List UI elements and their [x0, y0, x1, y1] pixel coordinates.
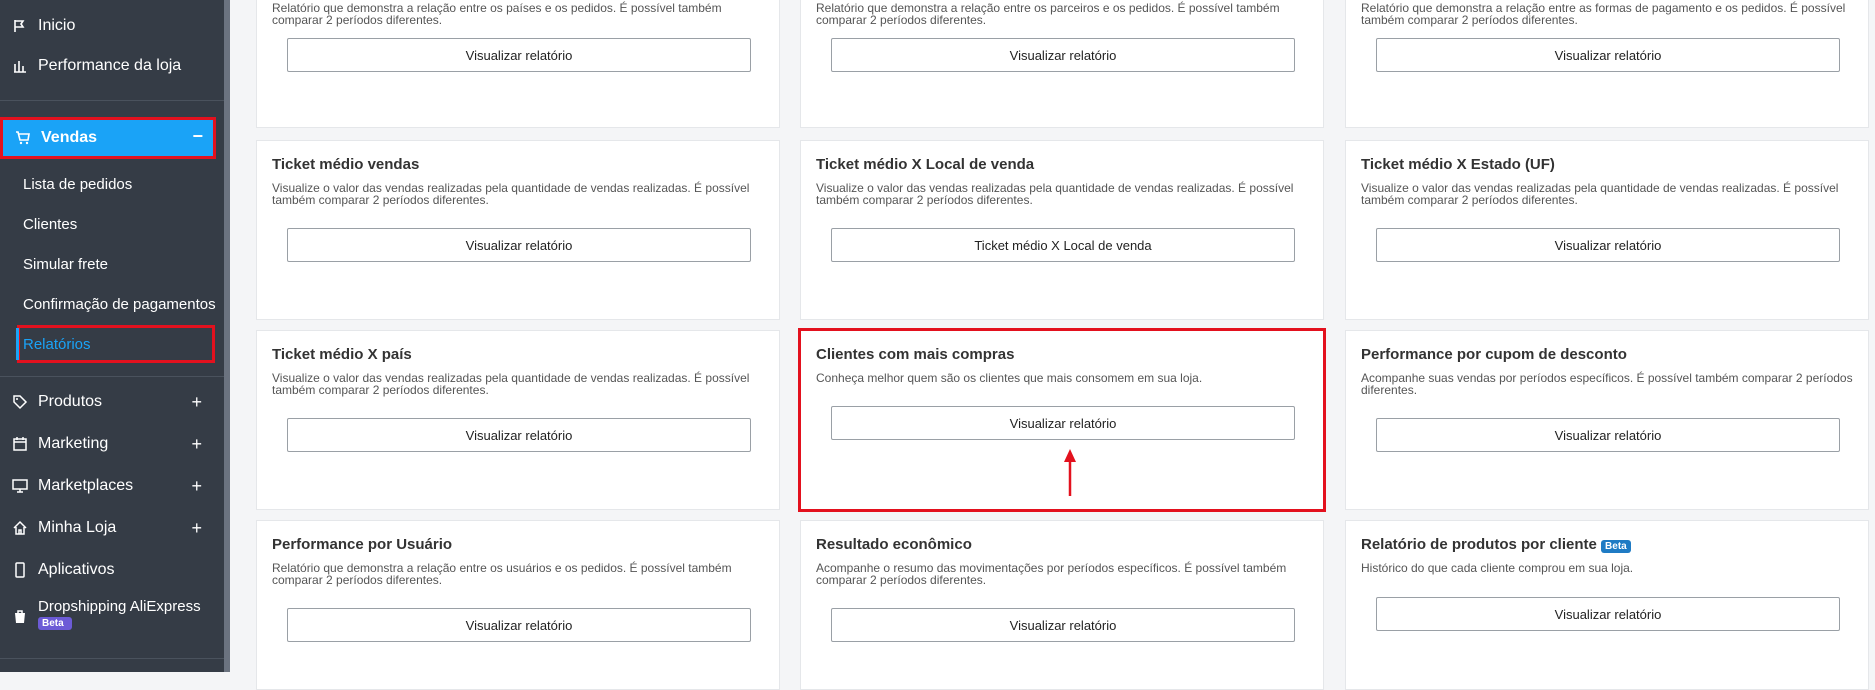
view-report-button[interactable]: Visualizar relatório: [831, 406, 1295, 440]
card-description: Visualize o valor das vendas realizadas …: [272, 181, 750, 207]
card-description: Relatório que demonstra a relação entre …: [272, 561, 732, 587]
view-report-button[interactable]: Visualizar relatório: [1376, 228, 1840, 262]
cart-icon: [15, 130, 31, 146]
sidebar-item-label: Produtos: [38, 393, 103, 410]
sidebar-item-dropshipping[interactable]: Dropshipping AliExpress Beta: [0, 598, 224, 638]
report-card-pagamento: Relatório que demonstra a relação entre …: [1345, 0, 1869, 128]
bar-chart-icon: [12, 58, 28, 74]
expand-icon[interactable]: +: [191, 392, 202, 413]
view-report-button[interactable]: Visualizar relatório: [287, 418, 751, 452]
card-title: Performance por cupom de desconto: [1361, 346, 1627, 363]
view-report-button[interactable]: Ticket médio X Local de venda: [831, 228, 1295, 262]
sidebar-item-label: Minha Loja: [38, 519, 117, 536]
report-card-ticket-local-venda: Ticket médio X Local de venda Visualize …: [800, 140, 1324, 320]
sidebar-item-label: Marketplaces: [38, 477, 134, 494]
flag-icon: [12, 18, 28, 34]
monitor-icon: [12, 478, 28, 494]
card-description: Relatório que demonstra a relação entre …: [272, 1, 722, 27]
sidebar-item-label: Performance da loja: [38, 57, 182, 74]
report-card-produtos-por-cliente: Relatório de produtos por cliente Beta H…: [1345, 520, 1869, 690]
sidebar-item-inicio[interactable]: Inicio: [0, 8, 224, 44]
card-description: Acompanhe o resumo das movimentações por…: [816, 561, 1287, 587]
sidebar-item-aplicativos[interactable]: Aplicativos: [0, 552, 224, 588]
scrollbar-thumb[interactable]: [224, 0, 230, 672]
report-card-paises: Relatório que demonstra a relação entre …: [256, 0, 780, 128]
sidebar-item-label: Marketing: [38, 435, 109, 452]
sidebar-sub-label: Relatórios: [23, 335, 91, 353]
sidebar-sub-clientes[interactable]: Clientes: [23, 216, 77, 233]
sidebar-divider: [0, 376, 224, 377]
report-card-cupom-desconto: Performance por cupom de desconto Acompa…: [1345, 330, 1869, 510]
card-title: Clientes com mais compras: [816, 346, 1015, 363]
report-card-resultado-economico: Resultado econômico Acompanhe o resumo d…: [800, 520, 1324, 690]
sidebar-item-performance[interactable]: Performance da loja: [0, 48, 224, 84]
report-card-performance-usuario: Performance por Usuário Relatório que de…: [256, 520, 780, 690]
sidebar-item-marketing[interactable]: Marketing +: [0, 426, 224, 462]
card-title-row: Relatório de produtos por cliente Beta: [1361, 536, 1853, 556]
expand-icon[interactable]: +: [191, 518, 202, 539]
calendar-icon: [12, 436, 28, 452]
sidebar-item-label: Aplicativos: [38, 561, 115, 578]
beta-badge: Beta: [1601, 540, 1631, 553]
view-report-button[interactable]: Visualizar relatório: [1376, 597, 1840, 631]
sidebar-item-marketplaces[interactable]: Marketplaces +: [0, 468, 224, 504]
sidebar-scrollbar[interactable]: [224, 0, 230, 672]
collapse-icon[interactable]: −: [192, 126, 203, 147]
report-card-ticket-estado: Ticket médio X Estado (UF) Visualize o v…: [1345, 140, 1869, 320]
view-report-button[interactable]: Visualizar relatório: [831, 38, 1295, 72]
dropshipping-text: Dropshipping AliExpress Beta: [38, 598, 201, 630]
report-card-ticket-pais: Ticket médio X país Visualize o valor da…: [256, 330, 780, 510]
sidebar-sub-confirmacao[interactable]: Confirmação de pagamentos: [23, 296, 216, 313]
tag-icon: [12, 394, 28, 410]
card-description: Visualize o valor das vendas realizadas …: [272, 371, 750, 397]
sidebar-divider: [0, 100, 224, 101]
sidebar-divider: [0, 658, 224, 659]
report-card-parceiros: Relatório que demonstra a relação entre …: [800, 0, 1324, 128]
phone-icon: [12, 562, 28, 578]
card-title: Relatório de produtos por cliente: [1361, 536, 1597, 553]
sidebar-item-minha-loja[interactable]: Minha Loja +: [0, 510, 224, 546]
card-title: Ticket médio vendas: [272, 156, 420, 173]
arrow-up-icon: [1064, 449, 1076, 496]
card-title: Performance por Usuário: [272, 536, 453, 553]
view-report-button[interactable]: Visualizar relatório: [287, 38, 751, 72]
sidebar-sub-lista-pedidos[interactable]: Lista de pedidos: [23, 176, 132, 193]
card-title: Ticket médio X Local de venda: [816, 156, 1035, 173]
card-title: Ticket médio X país: [272, 346, 412, 363]
sidebar-item-label: Dropshipping AliExpress: [38, 598, 201, 615]
view-report-button[interactable]: Visualizar relatório: [831, 608, 1295, 642]
home-icon: [12, 520, 28, 536]
view-report-button[interactable]: Visualizar relatório: [287, 608, 751, 642]
card-title: Resultado econômico: [816, 536, 972, 553]
card-description: Histórico do que cada cliente comprou em…: [1361, 561, 1634, 575]
report-card-clientes-mais-compras: Clientes com mais compras Conheça melhor…: [798, 328, 1326, 512]
card-description: Acompanhe suas vendas por períodos espec…: [1361, 371, 1853, 397]
card-description: Visualize o valor das vendas realizadas …: [816, 181, 1294, 207]
sidebar-item-label: Inicio: [38, 17, 76, 34]
report-card-ticket-medio-vendas: Ticket médio vendas Visualize o valor da…: [256, 140, 780, 320]
sidebar-item-vendas[interactable]: Vendas −: [0, 117, 216, 159]
card-description: Relatório que demonstra a relação entre …: [816, 1, 1280, 27]
view-report-button[interactable]: Visualizar relatório: [1376, 38, 1840, 72]
card-description: Relatório que demonstra a relação entre …: [1361, 1, 1846, 27]
sidebar: Inicio Performance da loja Vendas − List…: [0, 0, 230, 672]
view-report-button[interactable]: Visualizar relatório: [1376, 418, 1840, 452]
sidebar-sub-simular-frete[interactable]: Simular frete: [23, 256, 108, 273]
card-title: Ticket médio X Estado (UF): [1361, 156, 1555, 173]
view-report-button[interactable]: Visualizar relatório: [287, 228, 751, 262]
beta-badge: Beta: [38, 617, 72, 630]
expand-icon[interactable]: +: [191, 476, 202, 497]
sidebar-sub-relatorios[interactable]: Relatórios: [16, 325, 215, 363]
bag-icon: [12, 608, 28, 624]
card-description: Conheça melhor quem são os clientes que …: [816, 371, 1203, 385]
card-description: Visualize o valor das vendas realizadas …: [1361, 181, 1839, 207]
sidebar-item-produtos[interactable]: Produtos +: [0, 384, 224, 420]
sidebar-item-label: Vendas: [41, 129, 98, 146]
expand-icon[interactable]: +: [191, 434, 202, 455]
